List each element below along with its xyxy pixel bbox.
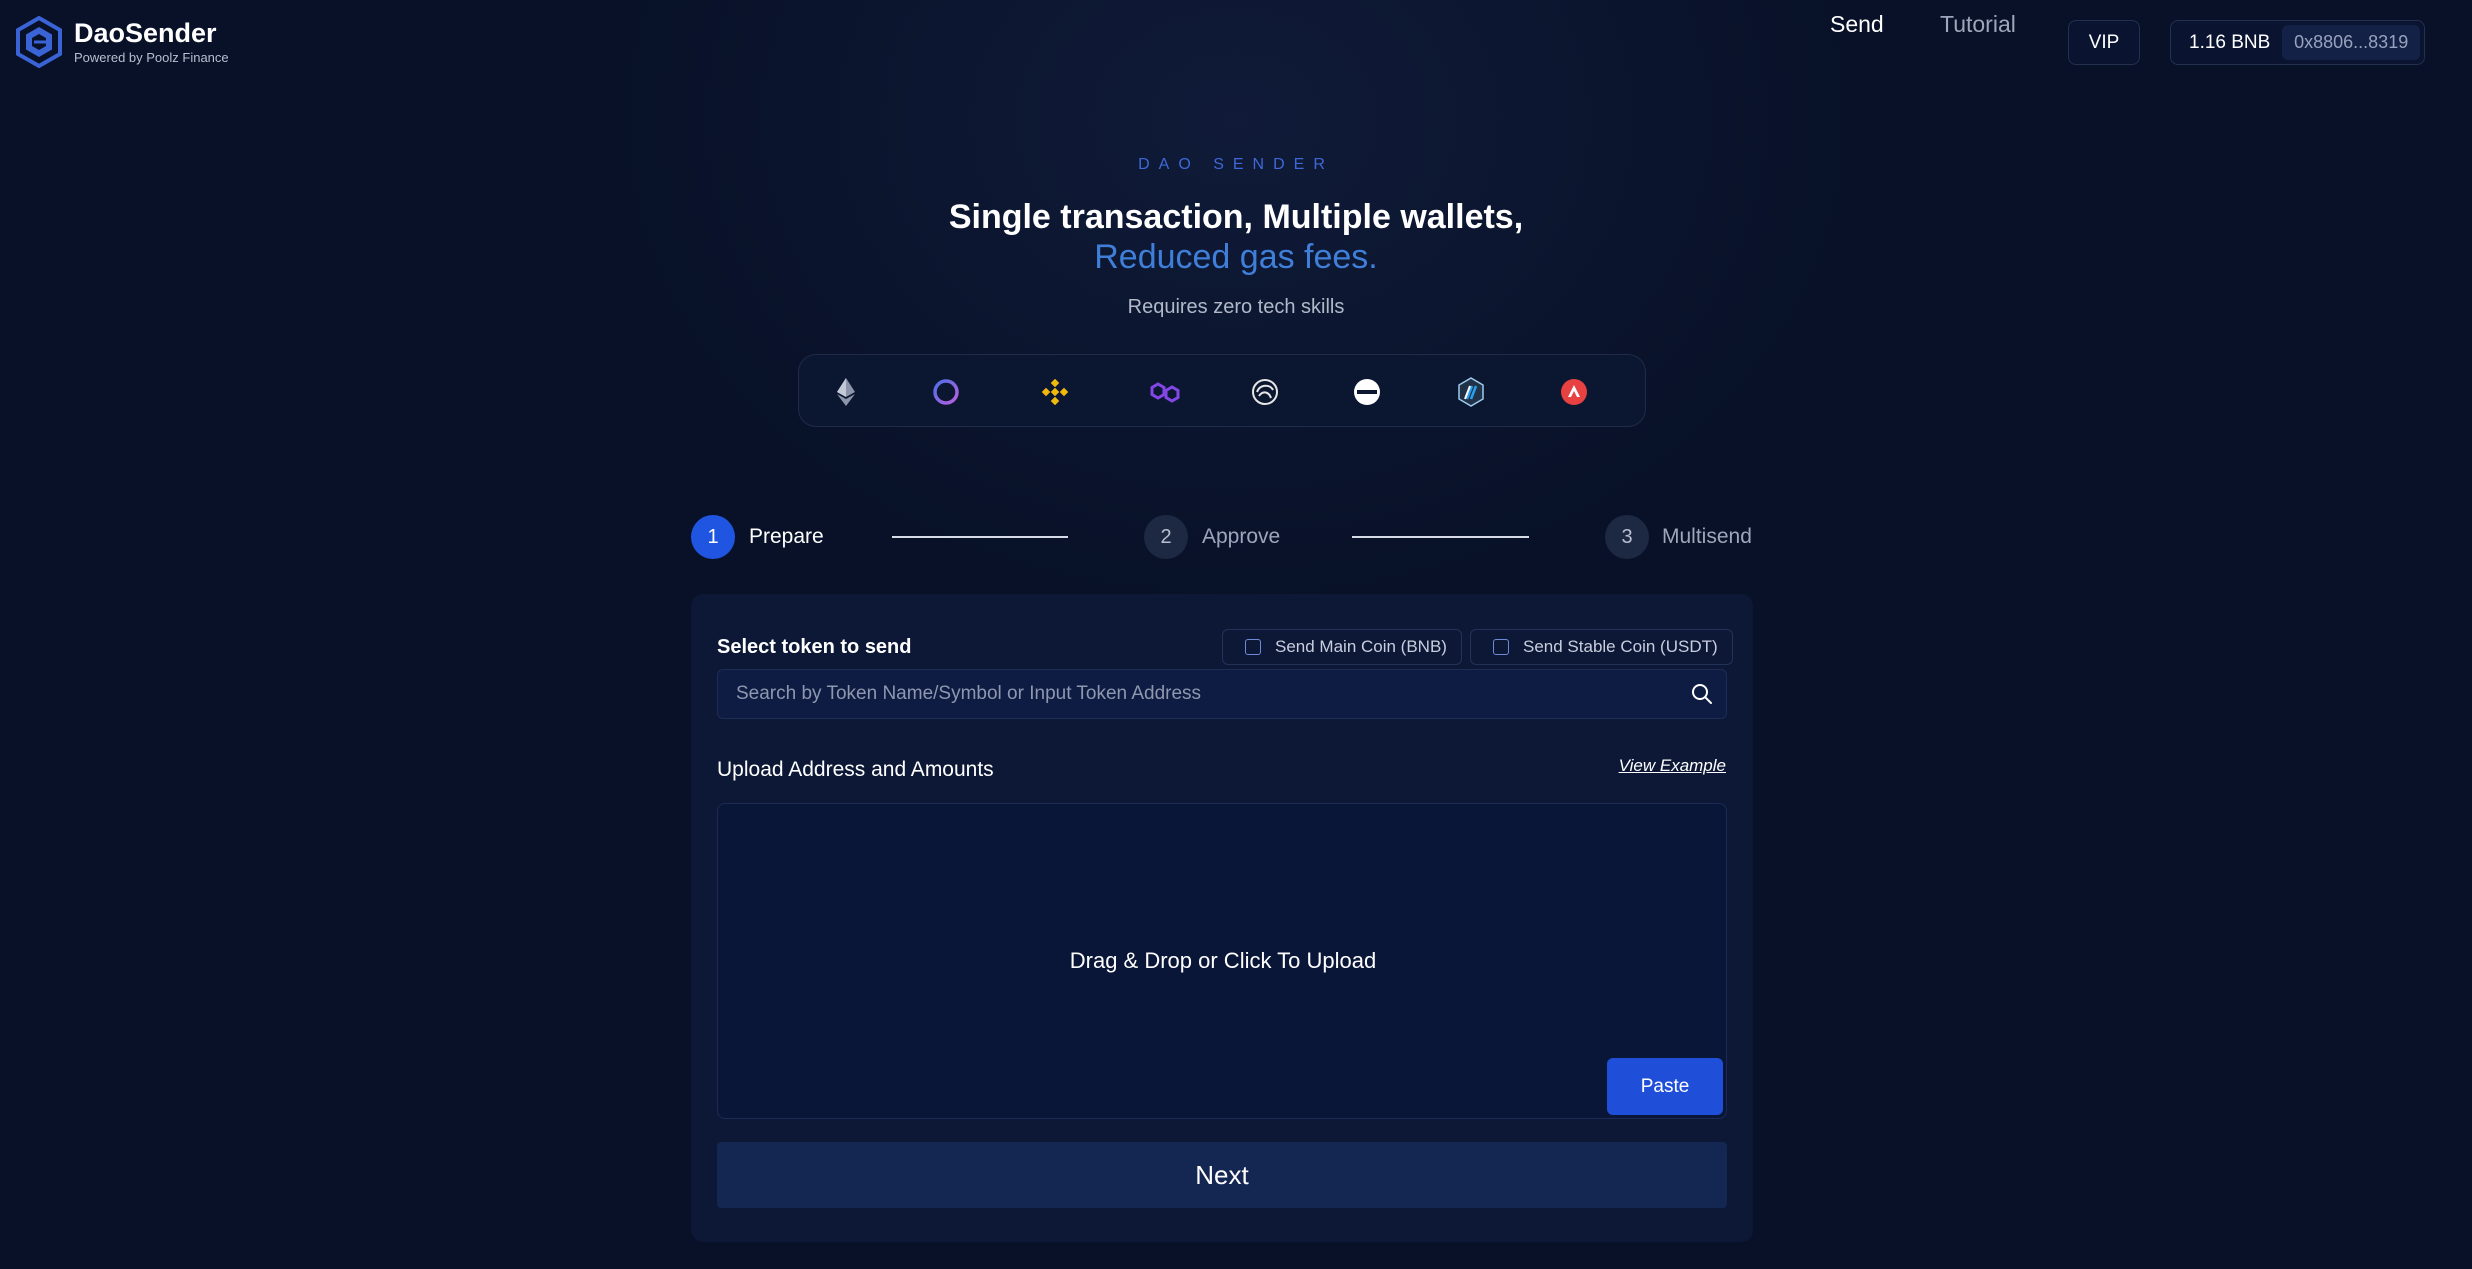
view-example-link[interactable]: View Example xyxy=(1619,756,1726,776)
vip-button[interactable]: VIP xyxy=(2068,20,2140,65)
send-stable-coin-label: Send Stable Coin (USDT) xyxy=(1523,637,1718,656)
top-header: DaoSender Powered by Poolz Finance Send … xyxy=(0,0,2472,84)
checkbox-icon xyxy=(1245,639,1261,655)
step-1-label: Prepare xyxy=(749,525,824,548)
step-connector xyxy=(1352,536,1529,538)
multisend-form-card: Select token to send Send Main Coin (BNB… xyxy=(691,594,1753,1242)
hero-eyebrow: DAO SENDER xyxy=(1138,156,1334,173)
swirl-chain-icon[interactable] xyxy=(1250,377,1280,407)
binance-icon[interactable] xyxy=(1040,377,1070,407)
upload-title: Upload Address and Amounts xyxy=(717,758,994,781)
send-main-coin-label: Send Main Coin (BNB) xyxy=(1275,637,1447,656)
nav-tutorial-link[interactable]: Tutorial xyxy=(1940,10,2016,38)
polygon-icon[interactable] xyxy=(1150,377,1180,407)
step-connector xyxy=(892,536,1068,538)
wallet-button[interactable]: 1.16 BNB 0x8806...8319 xyxy=(2170,20,2425,65)
step-3-circle: 3 xyxy=(1605,515,1649,559)
hero-headline-accent: Reduced gas fees. xyxy=(1094,238,1378,276)
step-1-circle: 1 xyxy=(691,515,735,559)
arbitrum-icon[interactable] xyxy=(1456,377,1486,407)
brand[interactable]: DaoSender Powered by Poolz Finance xyxy=(16,16,229,68)
send-stable-coin-checkbox[interactable]: Send Stable Coin (USDT) xyxy=(1470,629,1733,665)
paste-button[interactable]: Paste xyxy=(1607,1058,1723,1115)
brand-name: DaoSender xyxy=(74,18,217,48)
minus-circle-chain-icon[interactable] xyxy=(1352,377,1382,407)
daosender-logo-icon xyxy=(16,16,62,68)
chain-selector xyxy=(798,354,1646,427)
upload-dropzone[interactable]: Drag & Drop or Click To Upload Paste xyxy=(717,803,1727,1119)
step-3-label: Multisend xyxy=(1662,525,1752,548)
send-main-coin-checkbox[interactable]: Send Main Coin (BNB) xyxy=(1222,629,1462,665)
checkbox-icon xyxy=(1493,639,1509,655)
wallet-address: 0x8806...8319 xyxy=(2282,25,2420,60)
token-search-input[interactable] xyxy=(718,670,1668,718)
ring-chain-icon[interactable] xyxy=(931,377,961,407)
step-2-circle: 2 xyxy=(1144,515,1188,559)
search-icon[interactable] xyxy=(1690,682,1714,706)
avalanche-icon[interactable] xyxy=(1559,377,1589,407)
brand-tagline: Powered by Poolz Finance xyxy=(74,50,229,65)
wallet-balance: 1.16 BNB xyxy=(2189,31,2271,53)
step-2-label: Approve xyxy=(1202,525,1281,548)
nav-send-link[interactable]: Send xyxy=(1830,10,1884,38)
token-search-box xyxy=(717,669,1727,719)
select-token-label: Select token to send xyxy=(717,636,912,658)
next-button[interactable]: Next xyxy=(717,1142,1727,1208)
hero-subhead: Requires zero tech skills xyxy=(1127,296,1345,318)
dropzone-text: Drag & Drop or Click To Upload xyxy=(1069,948,1377,973)
hero-headline: Single transaction, Multiple wallets, xyxy=(948,198,1524,236)
ethereum-icon[interactable] xyxy=(831,377,861,407)
